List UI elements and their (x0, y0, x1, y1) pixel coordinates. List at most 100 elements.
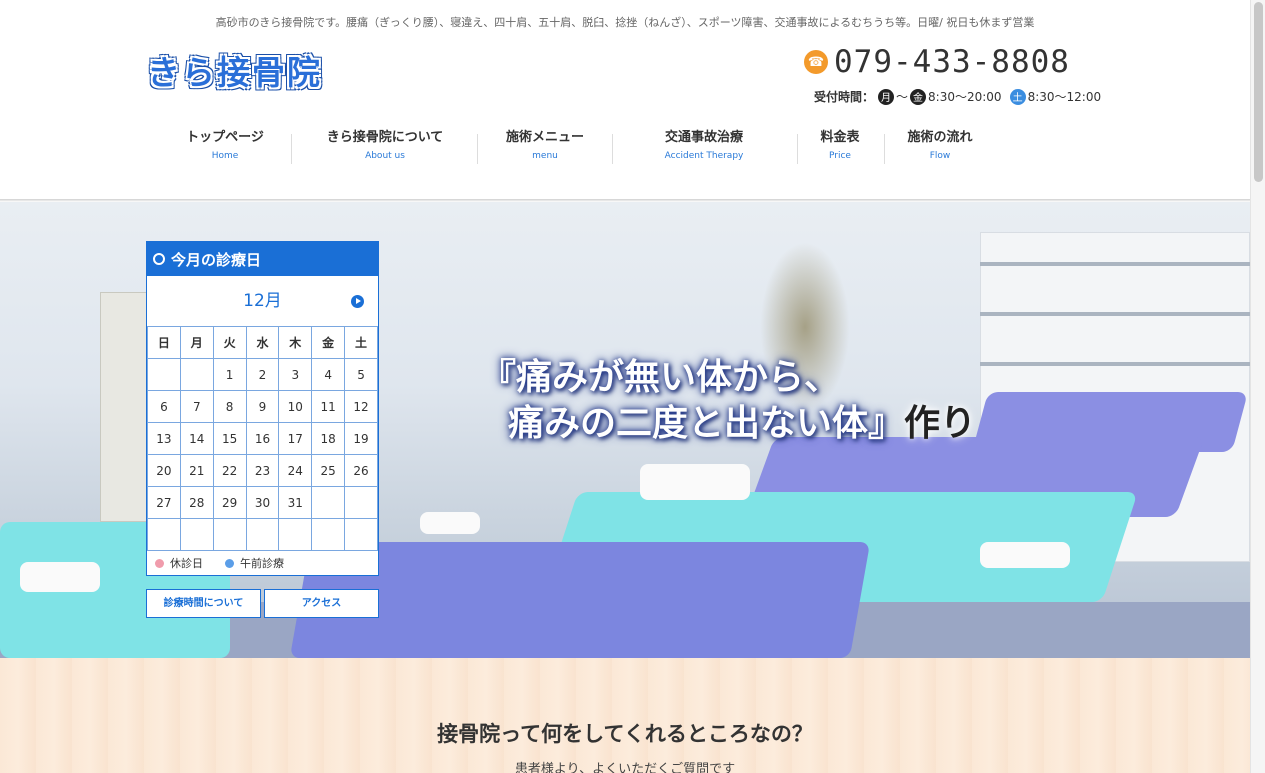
nav-sublabel: Home (211, 151, 239, 161)
hero-photo-towel (640, 464, 750, 500)
day-cell: 29 (212, 486, 247, 519)
logo-char: 院 (287, 53, 320, 92)
main-nav: トップページ Home きら接骨院について About us 施術メニュー me… (0, 126, 1250, 168)
saturday-hours: 8:30〜12:00 (1027, 90, 1102, 104)
calendar-grid: 日 月 火 水 木 金 土 1 2 3 4 5 6 7 8 9 10 11 12… (147, 326, 378, 551)
calendar-header: 今月の診療日 (147, 242, 378, 276)
scrollbar-thumb[interactable] (1254, 2, 1263, 182)
hero-headline: 『痛みが無い体から、 痛みの二度と出ない体』作り (480, 354, 976, 446)
day-cell: 26 (344, 454, 378, 487)
nav-sublabel: menu (532, 151, 558, 161)
hero-photo-shelf-line (980, 362, 1250, 366)
day-cell: 7 (179, 390, 214, 423)
site-tagline: 高砂市のきら接骨院です。腰痛（ぎっくり腰）、寝違え、四十肩、五十肩、脱臼、捻挫（… (215, 16, 1035, 29)
nav-item-price[interactable]: 料金表 Price (808, 126, 872, 166)
access-button[interactable]: アクセス (264, 589, 379, 618)
morning-dot-icon (225, 558, 234, 568)
nav-label: 施術メニュー (505, 130, 584, 145)
faq-title: 接骨院って何をしてくれるところなの？ (437, 722, 813, 746)
calendar-title: 今月の診療日 (171, 250, 262, 269)
day-cell: 25 (311, 454, 346, 487)
day-cell: 11 (311, 390, 346, 423)
week-row: 20 21 22 23 24 25 26 (147, 454, 378, 487)
next-month-icon[interactable] (351, 295, 364, 308)
day-cell (179, 518, 214, 551)
day-cell (311, 486, 346, 519)
logo-char: き (147, 53, 180, 92)
weekday-cell: 日 (147, 326, 181, 359)
calendar-buttons: 診療時間について アクセス (146, 589, 379, 618)
day-cell: 19 (344, 422, 378, 455)
weekday-cell: 月 (179, 326, 214, 359)
day-cell (344, 486, 378, 519)
phone-number[interactable]: 079-433-8808 (834, 44, 1070, 80)
nav-sublabel: About us (365, 151, 405, 161)
hours-tilde: 〜 (896, 90, 909, 104)
faq-section: 接骨院って何をしてくれるところなの？ 患者様より、よくいただくご質問です (0, 658, 1250, 773)
day-cell: 23 (245, 454, 280, 487)
weekday-cell: 火 (212, 326, 247, 359)
week-row: 6 7 8 9 10 11 12 (147, 390, 378, 423)
day-cell: 21 (179, 454, 214, 487)
reception-hours: 受付時間： 月 〜 金 8:30〜20:00 土 8:30〜12:00 (814, 88, 1101, 105)
nav-divider (797, 134, 798, 164)
clinic-calendar: 今月の診療日 12月 日 月 火 水 木 金 土 1 2 3 4 5 6 7 8… (146, 241, 379, 576)
hero-photo-shelf-line (980, 262, 1250, 266)
day-cell: 31 (278, 486, 313, 519)
nav-item-accident[interactable]: 交通事故治療 Accident Therapy (640, 126, 768, 166)
day-cell (212, 518, 247, 551)
day-cell: 1 (212, 358, 247, 391)
day-cell (147, 358, 181, 391)
phone-contact[interactable]: ☎ 079-433-8808 (804, 44, 1070, 80)
day-cell: 4 (311, 358, 346, 391)
hero-photo-towel (980, 542, 1070, 568)
hours-info-button[interactable]: 診療時間について (146, 589, 261, 618)
nav-item-flow[interactable]: 施術の流れ Flow (895, 126, 985, 166)
day-cell: 20 (147, 454, 181, 487)
nav-item-menu[interactable]: 施術メニュー menu (490, 126, 600, 166)
legend-morning: 午前診療 (240, 557, 284, 570)
hero-headline-line2: 痛みの二度と出ない体』 (508, 402, 905, 444)
weekday-hours: 8:30〜20:00 (928, 90, 1002, 104)
day-cell: 6 (147, 390, 181, 423)
day-cell (311, 518, 346, 551)
nav-divider (477, 134, 478, 164)
legend-closed: 休診日 (170, 557, 203, 570)
day-cell (278, 518, 313, 551)
day-cell: 18 (311, 422, 346, 455)
hero-headline-tail: 作り (904, 402, 977, 444)
day-cell: 30 (245, 486, 280, 519)
day-cell: 5 (344, 358, 378, 391)
saturday-badge: 土 (1009, 88, 1026, 105)
closed-day-dot-icon (155, 558, 164, 568)
day-cell: 15 (212, 422, 247, 455)
weekday-cell: 木 (278, 326, 313, 359)
day-cell: 17 (278, 422, 313, 455)
hero-photo-shelf-line (980, 312, 1250, 316)
friday-badge: 金 (910, 88, 927, 105)
weekday-cell: 土 (344, 326, 378, 359)
nav-divider (291, 134, 292, 164)
calendar-month: 12月 (243, 291, 282, 311)
week-row (147, 518, 378, 551)
day-cell: 2 (245, 358, 280, 391)
logo-char: ら (182, 53, 215, 92)
calendar-legend: 休診日 午前診療 (147, 551, 378, 575)
nav-item-about[interactable]: きら接骨院について About us (310, 126, 460, 166)
day-cell (179, 358, 214, 391)
nav-item-home[interactable]: トップページ Home (170, 126, 280, 166)
day-cell: 12 (344, 390, 378, 423)
hours-label: 受付時間： (814, 90, 875, 104)
site-logo[interactable]: き ら 接 骨 院 (146, 52, 321, 94)
hero-photo-towel (420, 512, 480, 534)
nav-label: 料金表 (820, 130, 860, 145)
day-cell: 24 (278, 454, 313, 487)
day-cell: 28 (179, 486, 214, 519)
hero-headline-line1: 『痛みが無い体から、 (480, 356, 841, 398)
day-cell: 27 (147, 486, 181, 519)
day-cell: 8 (212, 390, 247, 423)
monday-badge: 月 (878, 88, 895, 105)
nav-label: 交通事故治療 (664, 130, 743, 145)
page-scrollbar[interactable] (1250, 0, 1265, 773)
weekday-row: 日 月 火 水 木 金 土 (147, 326, 378, 359)
